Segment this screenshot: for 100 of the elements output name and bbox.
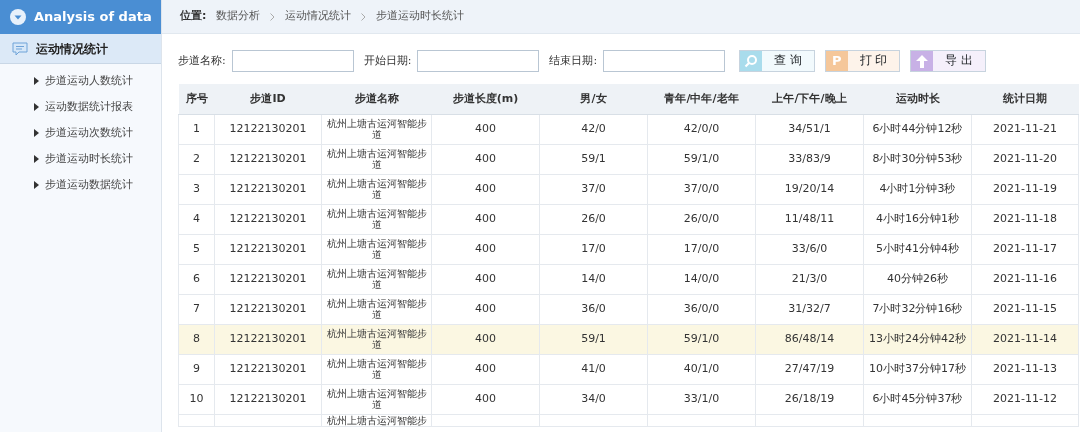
table-cell: 杭州上塘古运河智能步道 xyxy=(326,327,427,350)
table-cell: 杭州上塘古运河智能步道 xyxy=(326,177,427,200)
table-cell: 2021-11-13 xyxy=(993,361,1057,375)
input-field[interactable] xyxy=(417,50,540,72)
table-cell: 41/0 xyxy=(581,361,606,375)
table-cell: 2021-11-21 xyxy=(993,121,1057,135)
breadcrumb-item: 步道运动时长统计 xyxy=(376,8,465,25)
table-cell: 3 xyxy=(193,181,200,195)
table-cell: 7小时32分钟16秒 xyxy=(872,301,963,315)
comment-icon xyxy=(12,41,28,56)
toolbar-button[interactable]: 导 出 xyxy=(910,50,987,72)
sidebar-item[interactable]: 步道运动人数统计 xyxy=(0,68,161,94)
triangle-icon xyxy=(34,181,39,189)
table-cell: 59/1 xyxy=(581,151,606,165)
table-cell: 杭州上塘古运河智能步道 xyxy=(326,117,427,140)
column-header[interactable]: 青年/中年/老年 xyxy=(647,84,756,114)
collapse-icon xyxy=(10,9,26,25)
column-header[interactable]: 运动时长 xyxy=(863,84,972,114)
table-cell: 13小时24分钟42秒 xyxy=(869,331,966,345)
table-cell: 40分钟26秒 xyxy=(887,271,948,285)
table-cell: 400 xyxy=(475,151,496,165)
table-cell: 17/0/0 xyxy=(683,241,720,255)
table-cell: 2021-11-16 xyxy=(993,271,1057,285)
table-cell: 17/0 xyxy=(581,241,606,255)
table-cell: 7 xyxy=(193,301,200,315)
table-cell: 34/0 xyxy=(581,391,606,405)
table-cell: 12122130201 xyxy=(229,271,307,285)
table-cell: 31/32/7 xyxy=(788,301,831,315)
input-field[interactable] xyxy=(231,50,354,72)
breadcrumb-label: 位置: xyxy=(180,8,207,25)
table-cell: 12122130201 xyxy=(229,151,307,165)
table-cell: 11/48/11 xyxy=(784,211,835,225)
table-cell: 26/18/19 xyxy=(784,391,835,405)
sidebar-item[interactable]: 步道运动次数统计 xyxy=(0,120,161,146)
table-cell: 12122130201 xyxy=(229,301,307,315)
table-cell: 12122130201 xyxy=(229,241,307,255)
column-header[interactable]: 上午/下午/晚上 xyxy=(755,84,864,114)
table-cell: 2021-11-19 xyxy=(993,181,1057,195)
table-cell: 杭州上塘古运河智能步道 xyxy=(326,357,427,380)
column-header[interactable]: 步道名称 xyxy=(321,84,432,114)
table-cell: 2021-11-14 xyxy=(993,331,1057,345)
triangle-icon xyxy=(34,155,39,163)
table-cell: 12122130201 xyxy=(229,181,307,195)
table-cell: 12122130201 xyxy=(229,391,307,405)
chevron-icon xyxy=(270,12,276,21)
field-label: 开始日期: xyxy=(363,52,412,69)
table-cell: 2021-11-20 xyxy=(993,151,1057,165)
table-cell: 36/0 xyxy=(581,301,606,315)
field-label: 结束日期: xyxy=(549,52,598,69)
table-cell: 2021-11-17 xyxy=(993,241,1057,255)
table-cell: 27/47/19 xyxy=(784,361,835,375)
sidebar-section[interactable]: 运动情况统计 xyxy=(0,34,161,64)
breadcrumb-item[interactable]: 数据分析 xyxy=(216,8,261,25)
table-cell: 6 xyxy=(193,271,200,285)
table-cell: 26/0 xyxy=(581,211,606,225)
sidebar-item[interactable]: 运动数据统计报表 xyxy=(0,94,161,120)
triangle-icon xyxy=(34,77,39,85)
sidebar-item[interactable]: 步道运动数据统计 xyxy=(0,172,161,198)
toolbar-button[interactable]: 查 询 xyxy=(739,50,815,72)
table-cell: 12122130201 xyxy=(229,331,307,345)
table-cell: 2021-11-18 xyxy=(993,211,1057,225)
toolbar-button[interactable]: P 打 印 xyxy=(824,50,901,72)
input-field[interactable] xyxy=(603,50,726,72)
table-cell: 19/20/14 xyxy=(784,181,835,195)
column-header[interactable]: 统计日期 xyxy=(971,84,1079,114)
table-cell: 杭州上塘古运河智能步道 xyxy=(326,237,427,260)
table-cell: 10小时37分钟17秒 xyxy=(869,361,966,375)
column-header[interactable]: 序号 xyxy=(178,84,215,114)
table-cell: 400 xyxy=(475,361,496,375)
table-cell: 1 xyxy=(193,121,200,135)
column-header[interactable]: 男/女 xyxy=(539,84,648,114)
table-cell: 59/1/0 xyxy=(683,151,720,165)
search-icon xyxy=(744,54,759,68)
sidebar-item[interactable]: 步道运动时长统计 xyxy=(0,146,161,172)
triangle-icon xyxy=(34,103,39,111)
table-cell: 杭州上塘古运河智能步道 xyxy=(326,297,427,320)
table-cell: 杭州上塘古运河智能步道 xyxy=(326,267,427,290)
table-cell: 400 xyxy=(475,331,496,345)
table-cell: 400 xyxy=(475,301,496,315)
table-cell: 34/51/1 xyxy=(788,121,831,135)
table-cell: 6小时44分钟12秒 xyxy=(872,121,963,135)
chevron-icon xyxy=(361,12,367,21)
table-cell: 6小时45分钟37秒 xyxy=(872,391,963,405)
table-cell: 杭州上塘古运河智能步道 xyxy=(326,147,427,170)
table-cell: 86/48/14 xyxy=(784,331,835,345)
table-cell: 42/0/0 xyxy=(683,121,720,135)
table-cell: 37/0 xyxy=(581,181,606,195)
breadcrumb-item[interactable]: 运动情况统计 xyxy=(285,8,352,25)
print-icon: P xyxy=(832,51,842,71)
table-cell: 杭州上塘古运河智能步道 xyxy=(326,207,427,230)
table-cell: 40/1/0 xyxy=(683,361,720,375)
table-cell: 4小时1分钟3秒 xyxy=(879,181,956,195)
table-cell: 33/6/0 xyxy=(791,241,828,255)
column-header[interactable]: 步道ID xyxy=(214,84,322,114)
table-cell: 14/0 xyxy=(581,271,606,285)
column-header[interactable]: 步道长度(m) xyxy=(431,84,540,114)
table-cell: 4 xyxy=(193,211,200,225)
table-cell: 14/0/0 xyxy=(683,271,720,285)
table-cell: 59/1/0 xyxy=(683,331,720,345)
table-cell: 10 xyxy=(189,391,204,405)
